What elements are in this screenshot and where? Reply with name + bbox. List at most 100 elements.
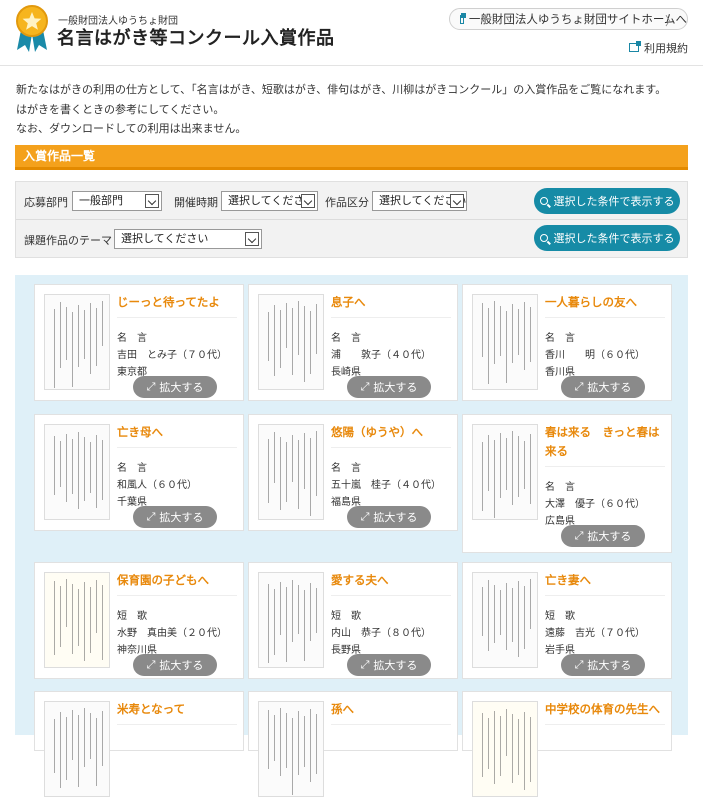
handwriting-stroke (268, 312, 269, 361)
handwriting-stroke (316, 431, 317, 496)
card-title[interactable]: 保育園の子どもへ (117, 571, 237, 596)
section-title: 入賞作品一覧 (15, 145, 688, 170)
card-author: 吉田 とみ子（７０代） (117, 350, 227, 361)
card-title[interactable]: 息子へ (331, 293, 451, 318)
category-select[interactable]: 選択してください (372, 191, 467, 211)
work-card[interactable]: 春は来る きっと春は来る 名 言 大澤 優子（６０代） 広島県 ⤢ 拡大する (462, 414, 672, 553)
handwriting-stroke (84, 310, 85, 359)
card-title[interactable]: 愛する夫へ (331, 571, 451, 596)
zoom-button[interactable]: ⤢ 拡大する (133, 654, 217, 676)
postcard-thumbnail[interactable] (44, 572, 110, 668)
card-category: 短 歌 (117, 611, 147, 622)
postcard-thumbnail[interactable] (44, 424, 110, 520)
search-button[interactable]: 選択した条件で表示する (534, 188, 680, 214)
zoom-button[interactable]: ⤢ 拡大する (561, 525, 645, 547)
postcard-thumbnail[interactable] (44, 294, 110, 390)
handwriting-stroke (524, 302, 525, 370)
handwriting-stroke (298, 711, 299, 775)
zoom-button[interactable]: ⤢ 拡大する (561, 654, 645, 676)
dept-label: 応募部門 (24, 196, 68, 209)
work-card[interactable]: 孫へ (248, 691, 458, 797)
period-select[interactable]: 選択してください (221, 191, 318, 211)
postcard-thumbnail[interactable] (44, 701, 110, 797)
terms-label: 利用規約 (644, 42, 688, 55)
handwriting-stroke (506, 709, 507, 756)
handwriting-stroke (268, 584, 269, 663)
handwriting-stroke (530, 307, 531, 362)
handwriting-stroke (298, 585, 299, 634)
handwriting-stroke (518, 436, 519, 497)
handwriting-stroke (54, 581, 55, 655)
work-card[interactable]: 悠陽（ゆうや）へ 名 言 五十嵐 桂子（４０代） 福島県 ⤢ 拡大する (248, 414, 458, 531)
zoom-button[interactable]: ⤢ 拡大する (347, 376, 431, 398)
postcard-thumbnail[interactable] (472, 572, 538, 668)
handwriting-stroke (482, 713, 483, 777)
handwriting-stroke (506, 438, 507, 490)
postcard-thumbnail[interactable] (258, 424, 324, 520)
handwriting-stroke (530, 579, 531, 629)
chevron-down-icon (245, 232, 259, 246)
handwriting-stroke (72, 312, 73, 387)
handwriting-stroke (96, 718, 97, 786)
handwriting-stroke (530, 717, 531, 782)
dept-select[interactable]: 一般部門 (72, 191, 162, 211)
work-card[interactable]: 息子へ 名 言 浦 敦子（４０代） 長崎県 ⤢ 拡大する (248, 284, 458, 401)
terms-link[interactable]: 利用規約 (629, 40, 688, 56)
home-link-button[interactable]: 一般財団法人ゆうちょ財団サイトホームへ 〉 (449, 8, 688, 30)
postcard-thumbnail[interactable] (472, 701, 538, 797)
handwriting-stroke (102, 711, 103, 766)
handwriting-stroke (292, 308, 293, 375)
postcard-thumbnail[interactable] (258, 572, 324, 668)
work-card[interactable]: 愛する夫へ 短 歌 内山 恭子（８０代） 長野県 ⤢ 拡大する (248, 562, 458, 679)
work-card[interactable]: 中学校の体育の先生へ (462, 691, 672, 797)
card-title[interactable]: じーっと待ってたよ (117, 293, 237, 318)
work-card[interactable]: 保育園の子どもへ 短 歌 水野 真由美（２０代） 神奈川県 ⤢ 拡大する (34, 562, 244, 679)
handwriting-stroke (78, 715, 79, 787)
zoom-button[interactable]: ⤢ 拡大する (133, 376, 217, 398)
handwriting-stroke (310, 709, 311, 782)
work-card[interactable]: じーっと待ってたよ 名 言 吉田 とみ子（７０代） 東京都 ⤢ 拡大する (34, 284, 244, 401)
handwriting-stroke (506, 311, 507, 383)
postcard-thumbnail[interactable] (472, 424, 538, 520)
handwriting-stroke (96, 308, 97, 366)
postcard-thumbnail[interactable] (472, 294, 538, 390)
work-card[interactable]: 一人暮らしの友へ 名 言 香川 明（６０代） 香川県 ⤢ 拡大する (462, 284, 672, 401)
zoom-button[interactable]: ⤢ 拡大する (561, 376, 645, 398)
handwriting-stroke (298, 440, 299, 509)
postcard-thumbnail[interactable] (258, 294, 324, 390)
search-button-label: 選択した条件で表示する (553, 195, 675, 208)
card-title[interactable]: 亡き妻へ (545, 571, 665, 596)
handwriting-stroke (494, 440, 495, 518)
card-author: 香川 明（６０代） (545, 350, 645, 361)
theme-select[interactable]: 選択してください (114, 229, 262, 249)
card-title[interactable]: 米寿となって (117, 700, 237, 725)
expand-icon: ⤢ (360, 380, 370, 393)
zoom-label: 拡大する (373, 381, 418, 394)
postcard-thumbnail[interactable] (258, 701, 324, 797)
work-card[interactable]: 亡き母へ 名 言 和風人（６０代） 千葉県 ⤢ 拡大する (34, 414, 244, 531)
card-category: 名 言 (117, 333, 147, 344)
external-link-icon (629, 41, 641, 52)
zoom-label: 拡大する (159, 659, 204, 672)
handwriting-stroke (274, 305, 275, 376)
category-label: 作品区分 (325, 196, 369, 209)
card-title[interactable]: 一人暮らしの友へ (545, 293, 665, 318)
handwriting-stroke (90, 587, 91, 653)
card-title[interactable]: 亡き母へ (117, 423, 237, 448)
card-title[interactable]: 中学校の体育の先生へ (545, 700, 665, 725)
zoom-button[interactable]: ⤢ 拡大する (347, 506, 431, 528)
zoom-button[interactable]: ⤢ 拡大する (347, 654, 431, 676)
search-button[interactable]: 選択した条件で表示する (534, 225, 680, 251)
handwriting-stroke (292, 435, 293, 482)
card-author: 五十嵐 桂子（４０代） (331, 480, 441, 491)
work-card[interactable]: 亡き妻へ 短 歌 遠藤 吉光（７０代） 岩手県 ⤢ 拡大する (462, 562, 672, 679)
card-title[interactable]: 孫へ (331, 700, 451, 725)
handwriting-stroke (488, 580, 489, 651)
handwriting-stroke (512, 431, 513, 505)
card-category: 名 言 (545, 482, 575, 493)
work-card[interactable]: 米寿となって (34, 691, 244, 797)
zoom-button[interactable]: ⤢ 拡大する (133, 506, 217, 528)
handwriting-stroke (90, 713, 91, 759)
card-title[interactable]: 春は来る きっと春は来る (545, 423, 665, 467)
card-title[interactable]: 悠陽（ゆうや）へ (331, 423, 451, 448)
